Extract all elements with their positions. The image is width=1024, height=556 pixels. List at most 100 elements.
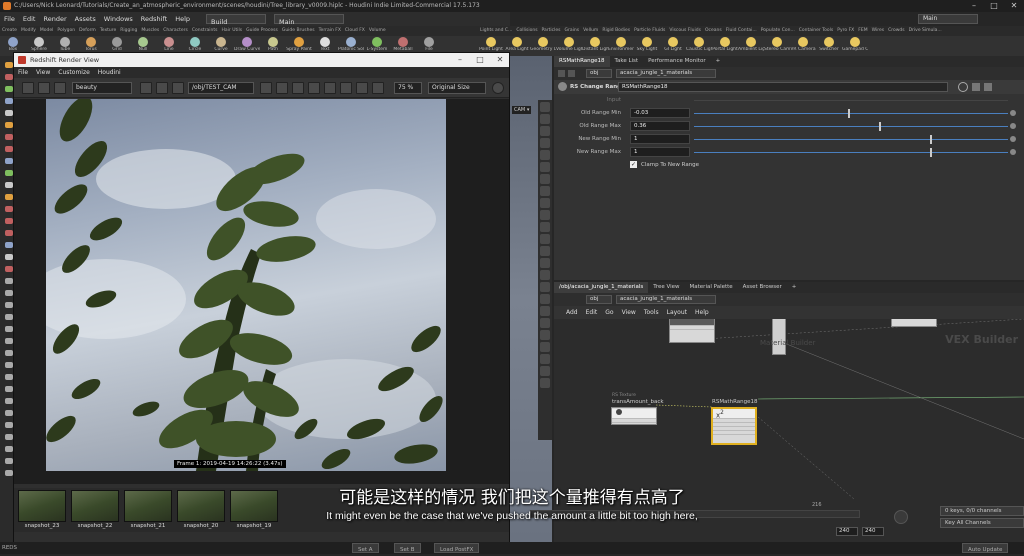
param-slider[interactable] — [694, 126, 1008, 127]
shelf-tab[interactable]: Create — [0, 26, 19, 36]
viewport-tool-icon[interactable] — [540, 318, 550, 328]
shelf-tool[interactable]: Stereo Camera — [764, 36, 790, 56]
tool-icon[interactable] — [5, 458, 13, 464]
network-node-top[interactable] — [669, 319, 715, 343]
network-node-right[interactable] — [891, 319, 937, 327]
load-postfx-button[interactable]: Load PostFX — [434, 543, 480, 553]
desktop-select-left[interactable]: Build — [206, 14, 267, 26]
rv-menu-file[interactable]: File — [14, 67, 32, 78]
viewport-tool-icon[interactable] — [540, 150, 550, 160]
render-button[interactable] — [22, 82, 34, 94]
viewport-tool-icon[interactable] — [540, 330, 550, 340]
net-menu-view[interactable]: View — [618, 306, 640, 319]
shelf-tab[interactable]: Hair Utils — [220, 26, 245, 36]
timeline-bar[interactable] — [530, 510, 860, 518]
snapshot-icon[interactable] — [292, 82, 304, 94]
shelf-tab[interactable]: Characters — [161, 26, 190, 36]
viewport-tool-icon[interactable] — [540, 366, 550, 376]
tool-icon[interactable] — [5, 470, 13, 476]
viewport-tool-icon[interactable] — [540, 138, 550, 148]
shelf-tab[interactable]: Viscous Fluids — [667, 26, 703, 36]
shelf-tab[interactable]: Rigid Bodies — [600, 26, 632, 36]
param-slider-knob[interactable] — [929, 148, 932, 157]
tool-icon[interactable] — [5, 434, 13, 440]
viewport-camera-menu[interactable]: CAM ▾ — [512, 106, 532, 114]
viewport-tool-icon[interactable] — [540, 210, 550, 220]
tab-material-palette[interactable]: Material Palette — [685, 282, 738, 293]
viewport-tool-icon[interactable] — [540, 282, 550, 292]
menu-windows[interactable]: Windows — [100, 12, 137, 26]
viewport-tool-icon[interactable] — [540, 354, 550, 364]
param-value-field[interactable]: 0.36 — [630, 121, 690, 131]
shelf-tab[interactable]: Cloud FX — [343, 26, 367, 36]
viewport-tool-icon[interactable] — [540, 378, 550, 388]
channel-icon[interactable] — [140, 82, 152, 94]
render-area[interactable]: Frame 1: 2019-04-19 14:26:22 (3.47s) — [14, 99, 509, 484]
stop-button[interactable] — [38, 82, 50, 94]
viewport-tool-icon[interactable] — [540, 174, 550, 184]
shelf-tool[interactable]: VR Camera — [790, 36, 816, 56]
pick-icon[interactable] — [340, 82, 352, 94]
shelf-tab[interactable]: FEM — [856, 26, 869, 36]
viewport-tool-icon[interactable] — [540, 186, 550, 196]
shelf-tab[interactable]: Deform — [77, 26, 98, 36]
tool-icon[interactable] — [5, 386, 13, 392]
back-icon[interactable] — [558, 70, 565, 77]
tool-icon[interactable] — [5, 410, 13, 416]
clamp-checkbox[interactable]: ✓ — [630, 161, 637, 168]
shelf-tab[interactable]: Rigging — [118, 26, 139, 36]
shelf-tool[interactable]: Caustic Light — [686, 36, 712, 56]
rv-close-button[interactable]: ✕ — [490, 53, 510, 67]
network-node-material[interactable] — [772, 319, 786, 355]
viewport-tool-icon[interactable] — [540, 342, 550, 352]
net-path-node[interactable]: acacia_jungle_1_materials — [616, 295, 716, 304]
shelf-tool[interactable]: Environment Light — [608, 36, 634, 56]
tab-asset-browser[interactable]: Asset Browser — [738, 282, 787, 293]
tool-icon[interactable] — [5, 254, 13, 260]
menu-render[interactable]: Render — [39, 12, 70, 26]
rv-gear-icon[interactable] — [492, 82, 504, 94]
menu-help[interactable]: Help — [171, 12, 194, 26]
grid-icon[interactable] — [356, 82, 368, 94]
lock-icon[interactable] — [156, 82, 168, 94]
rv-menu-view[interactable]: View — [32, 67, 54, 78]
shelf-tab[interactable]: Lights and C... — [478, 26, 514, 36]
forward-icon[interactable] — [568, 70, 575, 77]
aov-select[interactable]: beauty — [72, 82, 132, 94]
maximize-button[interactable]: □ — [984, 0, 1004, 12]
node-rsmathrange18[interactable]: x2 — [711, 407, 757, 445]
tool-icon[interactable] — [5, 98, 13, 104]
shelf-tab[interactable]: Guide Brushes — [280, 26, 317, 36]
tool-icon[interactable] — [5, 146, 13, 152]
gear-icon[interactable] — [958, 82, 968, 92]
net-menu-tools[interactable]: Tools — [640, 306, 663, 319]
net-menu-edit[interactable]: Edit — [582, 306, 602, 319]
set-b-button[interactable]: Set B — [394, 543, 421, 553]
menu-edit[interactable]: Edit — [19, 12, 40, 26]
param-slider[interactable] — [694, 113, 1008, 114]
net-menu-go[interactable]: Go — [601, 306, 617, 319]
snapshot-item[interactable]: snapshot_22 — [71, 490, 119, 530]
tab-rsmathrange18[interactable]: RSMathRange18 — [554, 56, 610, 67]
shelf-tab[interactable]: Muscles — [139, 26, 161, 36]
tool-icon[interactable] — [5, 338, 13, 344]
tab-performance-monitor[interactable]: Performance Monitor — [643, 56, 711, 67]
snapshot-item[interactable]: snapshot_19 — [230, 490, 278, 530]
param-slider-knob[interactable] — [847, 109, 850, 118]
shelf-tab[interactable]: Wires — [870, 26, 886, 36]
viewport-tool-icon[interactable] — [540, 294, 550, 304]
tool-icon[interactable] — [5, 266, 13, 272]
viewport-tool-icon[interactable] — [540, 114, 550, 124]
key-all-channels-button[interactable]: Key All Channels — [940, 518, 1024, 528]
compare-icon[interactable] — [308, 82, 320, 94]
viewport-tool-icon[interactable] — [540, 270, 550, 280]
add-tab-icon[interactable]: + — [787, 282, 802, 293]
tool-icon[interactable] — [5, 86, 13, 92]
shelf-tab[interactable]: Collisions — [514, 26, 539, 36]
refresh-icon[interactable] — [54, 82, 66, 94]
viewport-tool-icon[interactable] — [540, 126, 550, 136]
add-tab-icon[interactable]: + — [711, 56, 726, 67]
tool-icon[interactable] — [5, 242, 13, 248]
param-slider[interactable] — [694, 152, 1008, 153]
shelf-tab[interactable]: Drive Simula... — [907, 26, 944, 36]
